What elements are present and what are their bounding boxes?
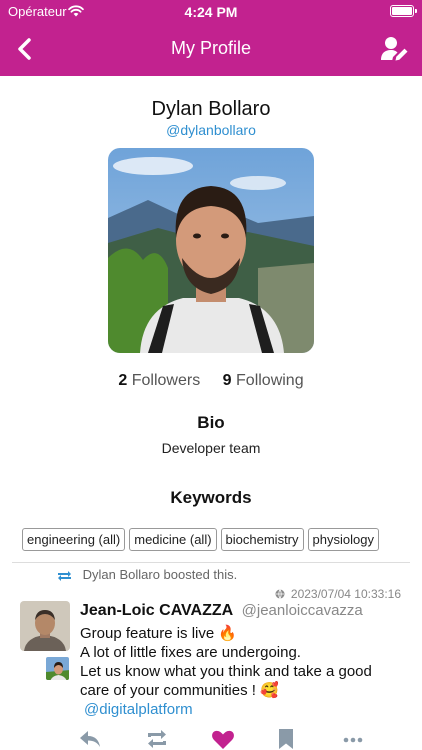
author-handle[interactable]: @jeanloiccavazza [242, 602, 363, 619]
favourite-icon[interactable] [211, 728, 235, 750]
post-mention-link[interactable]: @digitalplatform [84, 700, 400, 719]
profile-name: Dylan Bollaro [151, 98, 271, 120]
following-label[interactable]: Following [236, 372, 304, 389]
post-author[interactable]: Jean-Loic CAVAZZA @jeanloiccavazza [80, 602, 363, 620]
section-divider [12, 562, 410, 563]
page-title: My Profile [170, 38, 251, 58]
post-line: Group feature is live 🔥 [80, 625, 238, 642]
globe-icon [275, 589, 285, 599]
post-line: Let us know what you think and take a go… [80, 663, 372, 699]
reply-icon[interactable] [78, 728, 102, 750]
status-time: 4:24 PM [184, 4, 238, 20]
status-bar: Opérateur 4:24 PM [0, 0, 422, 24]
author-name[interactable]: Jean-Loic CAVAZZA [80, 602, 233, 619]
app-header: Opérateur 4:24 PM My Profile [0, 0, 422, 76]
more-icon[interactable] [341, 728, 365, 750]
profile-avatar [108, 148, 314, 353]
post-timestamp[interactable]: 2023/07/04 10:33:16 [275, 587, 401, 601]
keyword-chip[interactable]: physiology [307, 528, 379, 551]
post-line: A lot of little fixes are undergoing. [80, 644, 301, 661]
followers-count[interactable]: 2 [118, 372, 127, 389]
following-count[interactable]: 9 [223, 372, 232, 389]
post-actions [0, 728, 422, 750]
profile-handle[interactable]: @dylanbollaro [0, 122, 422, 138]
boost-action-icon[interactable] [145, 728, 169, 750]
bio-heading: Bio [197, 413, 225, 432]
bookmark-icon[interactable] [274, 728, 298, 750]
author-avatar[interactable] [20, 601, 70, 651]
user-edit-icon[interactable] [380, 34, 410, 64]
bio-text: Developer team [161, 440, 261, 456]
boost-notice: Dylan Bollaro boosted this. [56, 567, 237, 582]
keyword-chip[interactable]: biochemistry [220, 528, 304, 551]
nav-bar: My Profile [0, 24, 422, 76]
follow-stats: 2 Followers 9 Following [0, 372, 422, 390]
keyword-list: engineering (all) medicine (all) biochem… [22, 528, 379, 551]
post-content: Group feature is live 🔥 A lot of little … [80, 624, 400, 719]
booster-avatar[interactable] [45, 656, 70, 681]
followers-label[interactable]: Followers [132, 372, 200, 389]
boost-text: Dylan Bollaro boosted this. [82, 567, 238, 582]
battery-icon [390, 5, 417, 17]
keyword-chip[interactable]: engineering (all) [22, 528, 126, 551]
keywords-heading: Keywords [170, 488, 252, 507]
keyword-chip[interactable]: medicine (all) [129, 528, 217, 551]
boost-icon [58, 570, 71, 581]
post-timestamp-text: 2023/07/04 10:33:16 [290, 587, 401, 601]
